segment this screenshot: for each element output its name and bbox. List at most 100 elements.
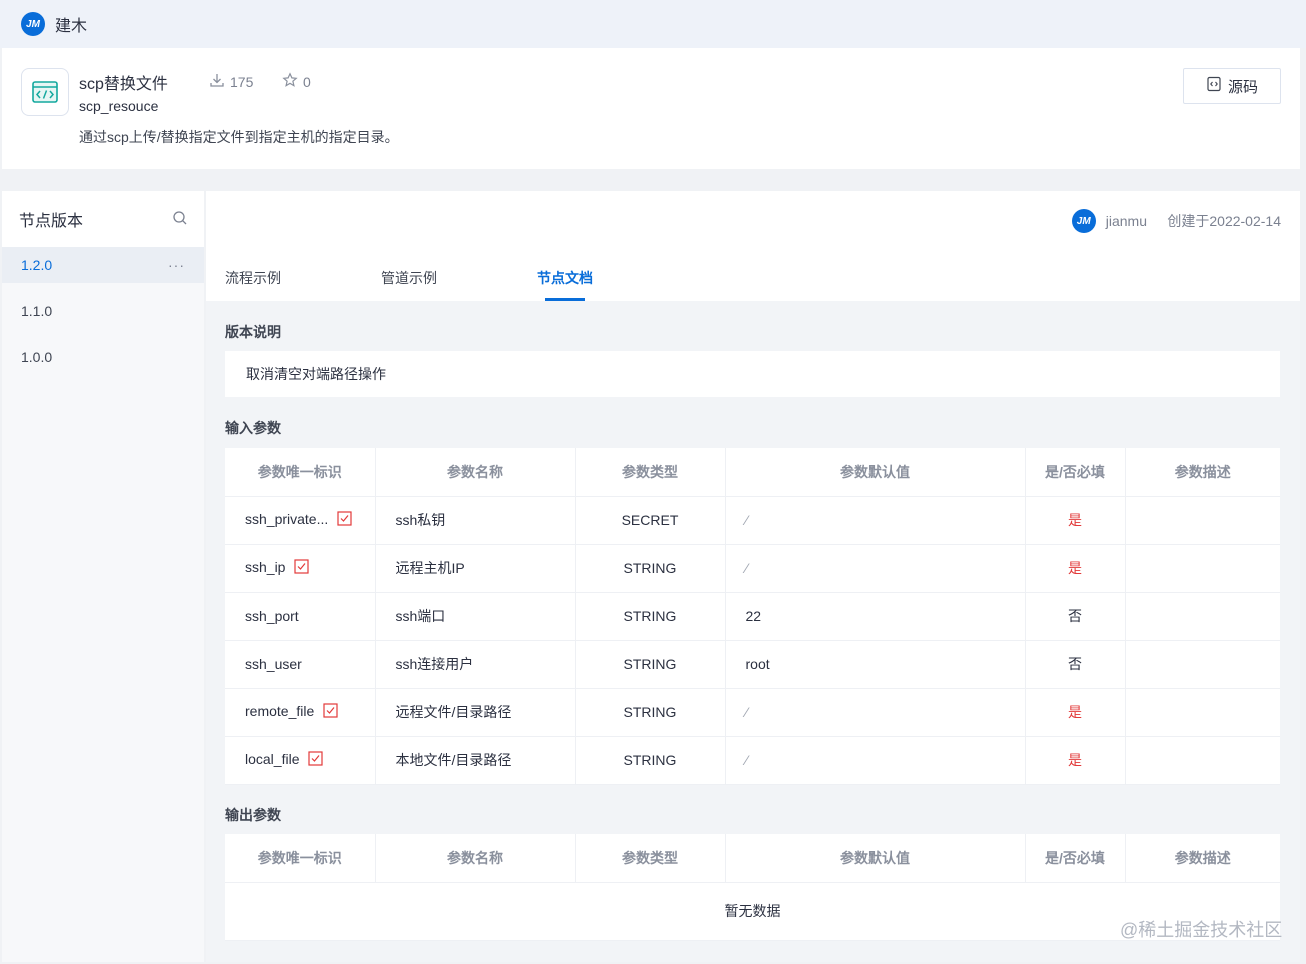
author-bar: JM jianmu 创建于2022-02-14 [206,191,1300,251]
param-description [1125,640,1280,689]
table-header-row: 参数唯一标识 参数名称 参数类型 参数默认值 是/否必填 参数描述 [225,834,1280,883]
param-name: 远程文件/目录路径 [375,688,576,737]
release-notes-box: 取消清空对端路径操作 [225,351,1280,397]
param-description [1125,736,1280,785]
param-default: ⁄ [725,688,1026,737]
star-icon[interactable] [282,72,298,91]
column-header: 参数名称 [375,448,576,497]
param-description [1125,496,1280,545]
param-default: 22 [725,592,1026,641]
required-check-icon [337,511,352,529]
version-sidebar: 节点版本 1.2.0 ··· 1.1.0 1.0.0 [2,191,204,962]
sidebar-title: 节点版本 [19,213,84,230]
brand-name[interactable]: 建木 [55,12,87,36]
author-avatar: JM [1071,209,1096,233]
param-name: ssh私钥 [375,496,576,545]
node-header-card: scp替换文件 175 0 scp_resouce 通过scp上传/替换指定文件… [2,48,1300,169]
column-header: 参数默认值 [725,448,1026,497]
source-code-icon [1206,76,1222,96]
table-row: ssh_port ssh端口 STRING 22 否 [225,592,1280,641]
param-required: 是 [1025,688,1126,737]
param-type: STRING [575,736,726,785]
required-check-icon [323,703,338,721]
download-icon [209,72,225,91]
column-header: 参数类型 [575,448,726,497]
param-required: 是 [1025,496,1126,545]
tab-node-doc[interactable]: 节点文档 [537,268,593,288]
param-ref: ssh_user [245,656,302,672]
param-description [1125,544,1280,593]
node-title: scp替换文件 [79,76,168,93]
param-default: ⁄ [725,496,1026,545]
tab-workflow-example[interactable]: 流程示例 [225,268,281,288]
param-ref-cell: ssh_user [225,640,376,689]
param-type: STRING [575,592,726,641]
created-date: 创建于2022-02-14 [1167,213,1281,229]
version-item-1-2-0[interactable]: 1.2.0 ··· [2,247,204,283]
param-ref: ssh_ip [245,558,286,575]
source-code-button[interactable]: 源码 [1183,68,1281,104]
version-item-1-1-0[interactable]: 1.1.0 [2,293,204,329]
more-icon[interactable]: ··· [168,257,185,273]
version-label: 1.2.0 [21,257,53,273]
param-ref-cell: local_file [225,736,376,785]
param-ref-cell: ssh_port [225,592,376,641]
top-bar: JM 建木 [0,0,1306,48]
required-check-icon [308,751,324,769]
column-header: 参数唯一标识 [225,834,376,883]
jianmu-logo[interactable]: JM [21,12,45,36]
column-header: 参数唯一标识 [225,448,376,497]
column-header: 参数描述 [1125,834,1280,883]
param-required: 否 [1025,592,1126,641]
doc-tabs: 流程示例 管道示例 节点文档 [206,251,1300,301]
column-header: 是/否必填 [1025,448,1126,497]
node-description: 通过scp上传/替换指定文件到指定主机的指定目录。 [79,129,399,145]
version-item-1-0-0[interactable]: 1.0.0 [2,339,204,375]
author[interactable]: JM jianmu [1071,209,1147,233]
param-type: STRING [575,544,726,593]
param-ref-cell: ssh_ip [225,544,376,593]
version-label: 1.1.0 [21,303,53,319]
param-required: 是 [1025,736,1126,785]
release-notes-text: 取消清空对端路径操作 [246,366,386,382]
node-ref: scp_resouce [79,98,159,114]
param-name: 远程主机IP [375,544,576,593]
param-name: ssh连接用户 [375,640,576,689]
param-ref-cell: ssh_private... [225,496,376,545]
param-ref: ssh_private... [245,510,329,527]
code-node-icon [21,68,69,116]
param-type: STRING [575,688,726,737]
param-ref: remote_file [245,702,315,719]
source-code-label: 源码 [1227,78,1258,96]
param-default: ⁄ [725,544,1026,593]
input-params-title: 输入参数 [225,420,281,436]
download-count-value: 175 [230,73,254,90]
column-header: 参数名称 [375,834,576,883]
search-icon[interactable] [172,210,188,229]
input-params-table: 参数唯一标识 参数名称 参数类型 参数默认值 是/否必填 参数描述 ssh_pr… [225,448,1280,785]
table-header-row: 参数唯一标识 参数名称 参数类型 参数默认值 是/否必填 参数描述 [225,448,1280,497]
sidebar-header: 节点版本 [2,191,204,247]
param-ref: ssh_port [245,608,299,624]
param-type: STRING [575,640,726,689]
active-tab-indicator [545,298,585,301]
param-name: 本地文件/目录路径 [375,736,576,785]
table-row: ssh_user ssh连接用户 STRING root 否 [225,640,1280,689]
column-header: 参数默认值 [725,834,1026,883]
param-description [1125,688,1280,737]
watermark: @稀土掘金技术社区 [1120,920,1283,940]
star-count[interactable]: 0 [282,72,311,91]
param-name: ssh端口 [375,592,576,641]
param-default: root [725,640,1026,689]
version-label: 1.0.0 [21,349,53,365]
param-ref: local_file [245,750,300,767]
table-row: ssh_ip 远程主机IP STRING ⁄ 是 [225,544,1280,593]
table-row: ssh_private... ssh私钥 SECRET ⁄ 是 [225,496,1280,545]
table-row: remote_file 远程文件/目录路径 STRING ⁄ 是 [225,688,1280,737]
param-description [1125,592,1280,641]
column-header: 是/否必填 [1025,834,1126,883]
tab-pipeline-example[interactable]: 管道示例 [381,268,437,288]
param-required: 是 [1025,544,1126,593]
column-header: 参数类型 [575,834,726,883]
column-header: 参数描述 [1125,448,1280,497]
